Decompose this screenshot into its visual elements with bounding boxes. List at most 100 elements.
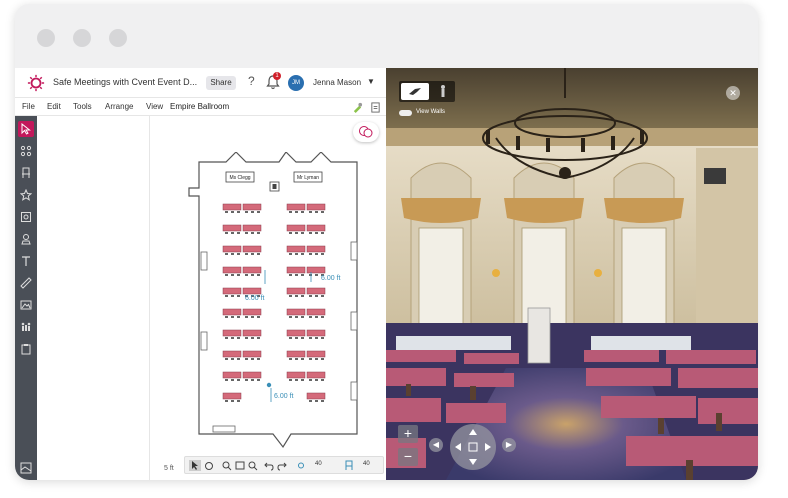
banquet-table[interactable] — [286, 350, 306, 358]
banquet-table[interactable] — [222, 329, 242, 337]
seat-count-icon[interactable] — [343, 460, 355, 471]
chair[interactable] — [245, 211, 248, 213]
window-close-dot[interactable] — [37, 29, 55, 47]
chair[interactable] — [231, 400, 234, 402]
banquet-table[interactable] — [306, 287, 326, 295]
chair[interactable] — [309, 253, 312, 255]
chair[interactable] — [289, 211, 292, 213]
chair[interactable] — [301, 274, 304, 276]
rotate-left-icon[interactable]: ◀ — [429, 438, 443, 452]
chair[interactable] — [309, 400, 312, 402]
chair[interactable] — [309, 337, 312, 339]
avatar[interactable]: JM — [288, 75, 304, 91]
banquet-table[interactable] — [242, 329, 262, 337]
banquet-table[interactable] — [242, 350, 262, 358]
chair[interactable] — [257, 211, 260, 213]
chair[interactable] — [251, 274, 254, 276]
banquet-table[interactable] — [306, 245, 326, 253]
floorplan-canvas[interactable]: Ms Clegg Mr Lyman 6.00 ft 6.00 ft 6.00 f… — [37, 116, 386, 480]
chair[interactable] — [245, 232, 248, 234]
select-arrow-icon[interactable] — [18, 121, 34, 137]
window-minimize-dot[interactable] — [73, 29, 91, 47]
fit-screen-icon[interactable] — [234, 460, 246, 471]
chair[interactable] — [231, 274, 234, 276]
banquet-table[interactable] — [286, 329, 306, 337]
chair[interactable] — [321, 400, 324, 402]
chair[interactable] — [237, 316, 240, 318]
seat-count-value[interactable]: 40 — [363, 461, 370, 467]
chair[interactable] — [231, 379, 234, 381]
chair[interactable] — [231, 211, 234, 213]
paint-icon[interactable] — [352, 102, 363, 113]
chair[interactable] — [289, 232, 292, 234]
chair[interactable] — [321, 211, 324, 213]
chair[interactable] — [309, 379, 312, 381]
chair[interactable] — [289, 274, 292, 276]
chair[interactable] — [225, 232, 228, 234]
chair[interactable] — [251, 232, 254, 234]
chair[interactable] — [295, 316, 298, 318]
star-icon[interactable] — [18, 187, 34, 203]
chair[interactable] — [237, 295, 240, 297]
chair[interactable] — [315, 316, 318, 318]
banquet-table[interactable] — [242, 308, 262, 316]
chair[interactable] — [257, 358, 260, 360]
chair[interactable] — [245, 379, 248, 381]
banquet-table[interactable] — [306, 371, 326, 379]
rotate-right-icon[interactable]: ▶ — [502, 438, 516, 452]
chair[interactable] — [295, 337, 298, 339]
banquet-table[interactable] — [286, 203, 306, 211]
chair[interactable] — [257, 232, 260, 234]
floor-plan[interactable]: Ms Clegg Mr Lyman 6.00 ft 6.00 ft 6.00 f… — [161, 152, 361, 452]
chair[interactable] — [309, 211, 312, 213]
chair[interactable] — [321, 358, 324, 360]
image-layer-icon[interactable] — [18, 209, 34, 225]
help-icon[interactable]: ? — [248, 74, 255, 88]
banquet-table[interactable] — [286, 308, 306, 316]
banquet-table[interactable] — [286, 266, 306, 274]
chair[interactable] — [315, 358, 318, 360]
chair[interactable] — [315, 400, 318, 402]
chair[interactable] — [225, 358, 228, 360]
view-walls-toggle[interactable] — [399, 110, 412, 116]
chair[interactable] — [321, 316, 324, 318]
close-icon[interactable]: ✕ — [726, 86, 740, 100]
zoom-in-icon[interactable] — [221, 460, 233, 471]
view-mode-switch[interactable] — [399, 81, 455, 102]
chair[interactable] — [251, 211, 254, 213]
chair[interactable] — [231, 358, 234, 360]
menu-file[interactable]: File — [22, 102, 35, 111]
chair[interactable] — [225, 400, 228, 402]
chair[interactable] — [231, 337, 234, 339]
banquet-table[interactable] — [306, 266, 326, 274]
chair[interactable] — [289, 253, 292, 255]
chair[interactable] — [251, 379, 254, 381]
banquet-table[interactable] — [242, 203, 262, 211]
chair[interactable] — [231, 316, 234, 318]
menu-arrange[interactable]: Arrange — [105, 102, 133, 111]
chair[interactable] — [321, 253, 324, 255]
banquet-table[interactable] — [222, 224, 242, 232]
chair[interactable] — [251, 316, 254, 318]
pan-hand-icon[interactable] — [203, 460, 215, 471]
chair[interactable] — [225, 316, 228, 318]
chair[interactable] — [225, 253, 228, 255]
banquet-table[interactable] — [306, 350, 326, 358]
chair[interactable] — [257, 379, 260, 381]
chair[interactable] — [301, 337, 304, 339]
chair[interactable] — [301, 316, 304, 318]
chair[interactable] — [309, 316, 312, 318]
ruler-icon[interactable] — [18, 275, 34, 291]
chair[interactable] — [315, 232, 318, 234]
select-mode-icon[interactable] — [189, 460, 201, 471]
banquet-table[interactable] — [222, 308, 242, 316]
banquet-table[interactable] — [286, 224, 306, 232]
chair[interactable] — [315, 274, 318, 276]
banquet-table[interactable] — [286, 287, 306, 295]
chair[interactable] — [295, 295, 298, 297]
chair[interactable] — [301, 211, 304, 213]
banquet-table[interactable] — [286, 371, 306, 379]
chair[interactable] — [237, 358, 240, 360]
chair[interactable] — [315, 211, 318, 213]
chair[interactable] — [295, 274, 298, 276]
